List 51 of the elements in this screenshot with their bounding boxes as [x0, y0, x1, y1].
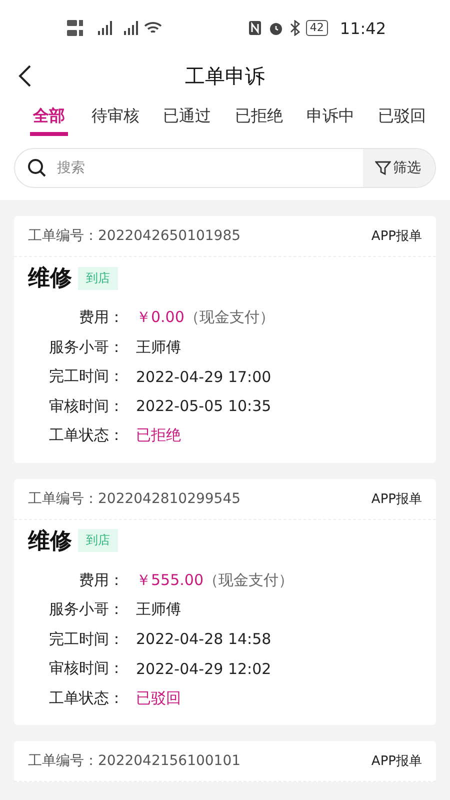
order-number: 工单编号：2022042156100101	[28, 752, 241, 770]
service-tag: 到店	[78, 529, 118, 552]
field-label: 审核时间：	[48, 659, 124, 678]
field-label: 工单状态：	[48, 426, 124, 446]
field-label: 工单状态：	[48, 688, 124, 708]
search-icon	[27, 158, 47, 178]
order-card[interactable]: 工单编号：2022042810299545 APP报单 维修 到店 费用： ￥555.00（现金支付） 服务小哥： 王师傅 完工时间： 2022-04-28 14:58 审核时间： 2022-04-29 12:02 工单状态： 已驳回	[14, 478, 436, 725]
sim-icon	[66, 18, 86, 38]
field-value: 2022-05-05 10:35	[136, 397, 272, 416]
status-value: 已驳回	[136, 688, 182, 708]
field-value: 2022-04-29 17:00	[136, 368, 272, 386]
filter-tab[interactable]: 待审核	[92, 106, 140, 136]
nfc-icon	[248, 20, 262, 36]
filter-tab[interactable]: 已通过	[163, 106, 212, 136]
bluetooth-icon	[290, 20, 300, 36]
page-title: 工单申诉	[185, 62, 265, 90]
clock-time: 11:42	[340, 18, 386, 38]
field-label: 完工时间：	[48, 630, 124, 649]
filter-tab[interactable]: 已驳回	[378, 106, 426, 136]
order-source: APP报单	[371, 228, 422, 245]
field-label: 服务小哥：	[48, 600, 124, 620]
order-source: APP报单	[371, 490, 422, 508]
field-value: 王师傅	[136, 338, 182, 357]
field-value: 2022-04-29 12:02	[136, 660, 272, 678]
field-label: 审核时间：	[48, 396, 124, 416]
filter-tab[interactable]: 全部	[30, 106, 68, 136]
search-field[interactable]: 搜索 筛选	[14, 148, 436, 188]
filter-tab[interactable]: 已拒绝	[234, 106, 283, 136]
filter-tab[interactable]: 申诉中	[306, 106, 354, 136]
order-number: 工单编号：2022042810299545	[28, 490, 241, 508]
field-label: 费用：	[78, 308, 124, 328]
service-tag: 到店	[78, 266, 118, 290]
order-card[interactable]: 工单编号：2022042156100101 APP报单	[14, 741, 436, 782]
alarm-icon	[268, 20, 284, 36]
field-label: 费用：	[78, 570, 124, 590]
status-value: 已拒绝	[136, 426, 182, 446]
fee-value: ￥555.00（现金支付）	[136, 570, 294, 590]
field-label: 完工时间：	[48, 367, 124, 386]
wifi-icon	[144, 21, 162, 35]
battery-icon: 42	[306, 20, 328, 36]
service-title: 维修	[28, 265, 72, 293]
order-card[interactable]: 工单编号：2022042650101985 APP报单 维修 到店 费用： ￥0.00（现金支付） 服务小哥： 王师傅 完工时间： 2022-04-29 17:00 审核时间： 2022-05-05 10:35 工单状态： 已拒绝	[14, 216, 436, 462]
field-value: 王师傅	[136, 600, 182, 620]
order-source: APP报单	[371, 753, 422, 770]
filter-icon	[375, 160, 391, 176]
field-value: 2022-04-28 14:58	[136, 630, 272, 648]
field-label: 服务小哥：	[48, 338, 124, 357]
service-title: 维修	[28, 528, 72, 556]
order-number: 工单编号：2022042650101985	[28, 227, 241, 245]
fee-value: ￥0.00（现金支付）	[136, 308, 276, 328]
filter-button[interactable]: 筛选	[363, 149, 435, 187]
